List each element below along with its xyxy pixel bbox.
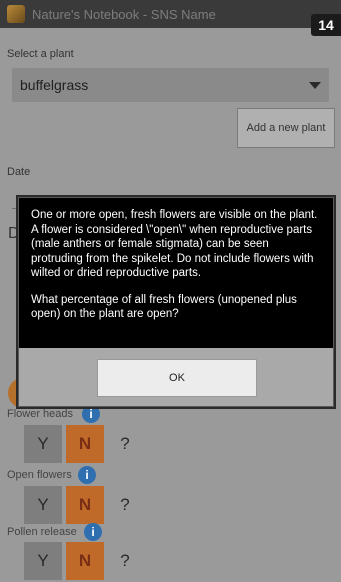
plant-select[interactable]: buffelgrass	[12, 68, 329, 102]
dialog-message: One or more open, fresh flowers are visi…	[31, 208, 323, 334]
unsure-button[interactable]: ?	[106, 542, 144, 580]
unsure-button[interactable]: ?	[106, 425, 144, 463]
plant-select-value: buffelgrass	[20, 77, 89, 93]
add-new-plant-button[interactable]: Add a new plant	[237, 108, 335, 148]
phenophase-label-pollen-release: Pollen release	[7, 526, 77, 538]
yes-button[interactable]: Y	[24, 542, 62, 580]
phenophase-label-open-flowers: Open flowers	[7, 469, 72, 481]
phenophase-label-flower-heads: Flower heads	[7, 408, 74, 420]
app-title: Nature's Notebook - SNS Name	[32, 7, 216, 22]
info-icon[interactable]: i	[78, 466, 96, 484]
dialog-paragraph-question: What percentage of all fresh flowers (un…	[31, 293, 297, 321]
yes-button[interactable]: Y	[24, 425, 62, 463]
info-icon[interactable]: i	[84, 523, 102, 541]
unsure-button[interactable]: ?	[106, 486, 144, 524]
date-label: Date	[7, 166, 31, 178]
yes-button[interactable]: Y	[24, 486, 62, 524]
dialog-footer: OK	[19, 348, 333, 406]
info-icon[interactable]: i	[82, 405, 100, 423]
dialog-paragraph-definition: One or more open, fresh flowers are visi…	[31, 209, 318, 279]
no-button[interactable]: N	[66, 425, 104, 463]
page-number-badge: 14	[311, 14, 341, 36]
title-bar: Nature's Notebook - SNS Name	[0, 0, 341, 28]
select-plant-label: Select a plant	[7, 48, 74, 60]
chevron-down-icon	[309, 82, 321, 89]
no-button[interactable]: N	[66, 542, 104, 580]
no-button[interactable]: N	[66, 486, 104, 524]
info-dialog: One or more open, fresh flowers are visi…	[18, 197, 334, 407]
ok-button[interactable]: OK	[97, 359, 257, 397]
app-logo-icon	[7, 5, 25, 23]
